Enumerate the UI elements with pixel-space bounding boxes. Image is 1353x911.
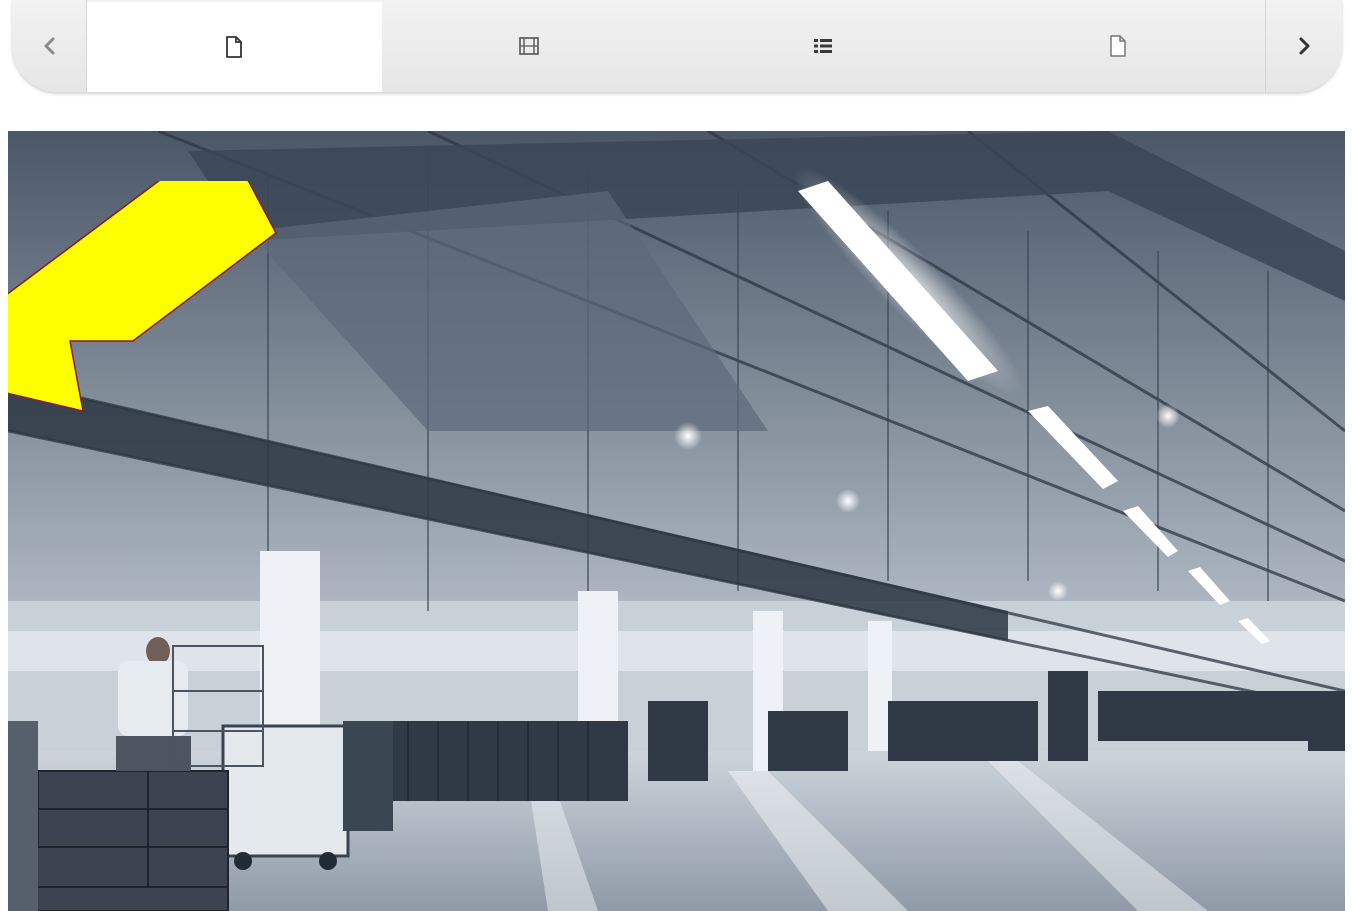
chevron-left-icon	[44, 37, 55, 55]
tab-page-1[interactable]	[87, 2, 382, 92]
next-button[interactable]	[1268, 0, 1342, 92]
tab-film[interactable]	[382, 0, 677, 92]
page-icon	[1110, 35, 1126, 57]
list-icon	[814, 39, 833, 53]
tab-list	[86, 0, 1266, 92]
page-icon	[226, 36, 243, 58]
film-icon	[518, 37, 539, 55]
chevron-right-icon	[1299, 37, 1310, 55]
factory-hall-photo	[8, 131, 1345, 911]
tab-strip	[12, 0, 1342, 92]
page	[0, 0, 1353, 911]
tab-page-2[interactable]	[971, 0, 1266, 92]
arrow-callout-annotation	[8, 181, 277, 412]
tab-list[interactable]	[676, 0, 971, 92]
previous-button[interactable]	[12, 0, 86, 92]
